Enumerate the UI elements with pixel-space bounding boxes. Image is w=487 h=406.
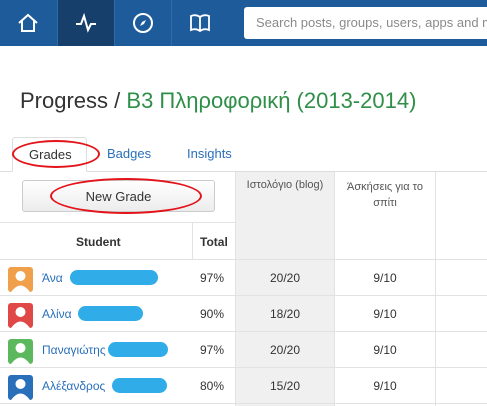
table-row: Άνα 97% 20/20 9/10	[0, 261, 487, 297]
compass-icon	[133, 13, 153, 33]
row-divider	[0, 259, 487, 260]
exercises-grade[interactable]: 9/10	[335, 343, 435, 357]
table-row: Αλέξανδρος 80% 15/20 9/10	[0, 369, 487, 405]
column-header-student: Student	[76, 235, 121, 249]
row-divider	[0, 222, 236, 223]
column-divider	[192, 222, 193, 260]
user-icon	[11, 307, 30, 328]
book-icon	[190, 14, 210, 33]
search-input[interactable]: Search posts, groups, users, apps and mo…	[244, 7, 487, 39]
blog-grade[interactable]: 15/20	[236, 379, 334, 393]
exercises-grade[interactable]: 9/10	[335, 271, 435, 285]
column-header-exercises[interactable]: Άσκήσεις για το σπίτι	[335, 179, 435, 211]
student-name[interactable]: Αλέξανδρος	[42, 379, 105, 393]
redaction-blur	[112, 378, 167, 393]
row-divider	[0, 403, 487, 404]
blog-grade[interactable]: 18/20	[236, 307, 334, 321]
home-button[interactable]	[0, 0, 56, 46]
home-icon	[18, 13, 38, 32]
top-navigation-bar: Search posts, groups, users, apps and mo…	[0, 0, 487, 46]
avatar	[8, 303, 33, 328]
library-button[interactable]	[172, 0, 228, 46]
column-header-blog[interactable]: Ιστολόγιο (blog)	[236, 177, 334, 193]
exercises-grade[interactable]: 9/10	[335, 307, 435, 321]
annotation-circle	[12, 140, 100, 168]
user-icon	[11, 379, 30, 400]
blog-grade[interactable]: 20/20	[236, 343, 334, 357]
user-icon	[11, 271, 30, 292]
row-divider	[0, 295, 487, 296]
total-value: 90%	[200, 307, 225, 321]
avatar	[8, 339, 33, 364]
pulse-icon	[76, 12, 96, 33]
user-icon	[11, 343, 30, 364]
exercises-grade[interactable]: 9/10	[335, 379, 435, 393]
table-row: Παναγιώτης 97% 20/20 9/10	[0, 333, 487, 369]
row-divider	[0, 367, 487, 368]
student-name[interactable]: Παναγιώτης	[42, 343, 106, 357]
redaction-blur	[70, 270, 158, 285]
page-title: Progress / Β3 Πληροφορική (2013-2014)	[20, 88, 417, 113]
course-link[interactable]: Β3 Πληροφορική (2013-2014)	[126, 88, 416, 113]
table-row: Αλίνα 90% 18/20 9/10	[0, 297, 487, 333]
discover-button[interactable]	[115, 0, 171, 46]
total-value: 97%	[200, 271, 225, 285]
column-header-total: Total	[200, 235, 228, 249]
annotation-circle	[50, 178, 202, 214]
row-divider	[0, 331, 487, 332]
avatar	[8, 267, 33, 292]
blog-grade[interactable]: 20/20	[236, 271, 334, 285]
redaction-blur	[78, 306, 143, 321]
activity-button[interactable]	[58, 0, 114, 46]
avatar	[8, 375, 33, 400]
student-name[interactable]: Αλίνα	[42, 307, 72, 321]
tab-badges[interactable]: Badges	[107, 146, 151, 161]
student-name[interactable]: Άνα	[42, 271, 63, 285]
redaction-blur	[108, 342, 168, 357]
total-value: 80%	[200, 379, 225, 393]
total-value: 97%	[200, 343, 225, 357]
tab-insights[interactable]: Insights	[187, 146, 232, 161]
